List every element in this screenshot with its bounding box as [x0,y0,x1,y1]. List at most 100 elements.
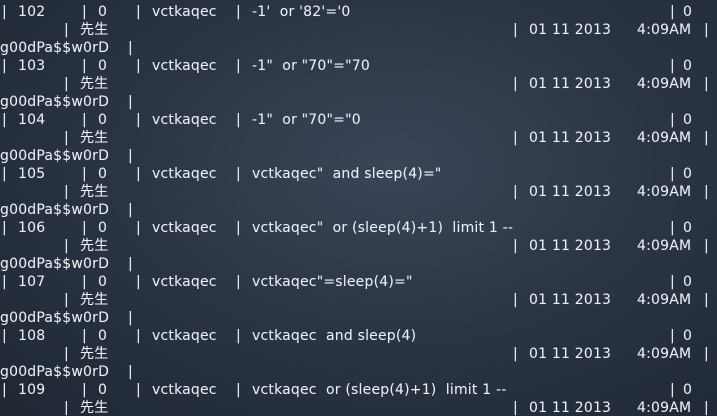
column-separator: | [704,130,709,146]
column-separator: | [704,346,709,362]
column-separator: | [64,238,69,254]
column-separator: | [136,166,141,182]
row-time: 4:09AM [637,22,692,38]
column-separator: | [2,328,7,344]
row-flag: 0 [98,220,108,236]
row-id: 109 [18,382,46,398]
row-flag: 0 [98,274,108,290]
column-separator: | [128,94,133,110]
row-user: 先生 [80,76,109,92]
column-separator: | [64,292,69,308]
column-separator: | [82,112,87,128]
row-time: 4:09AM [637,76,692,92]
row-user: 先生 [80,238,109,254]
row-payload: vctkaqec"=sleep(4)=" [252,274,413,290]
column-separator: | [128,40,133,56]
row-name: vctkaqec [152,166,217,182]
row-password: g00dPa$$w0rD [0,310,110,326]
column-separator: | [513,76,518,92]
row-flag: 0 [98,58,108,74]
row-user: 先生 [80,400,109,416]
column-separator: | [136,4,141,20]
column-separator: | [513,400,518,416]
row-date: 01 11 2013 [529,22,612,38]
row-user: 先生 [80,346,109,362]
row-name: vctkaqec [152,274,217,290]
column-separator: | [704,400,709,416]
terminal-output[interactable]: | 102 | 0 | vctkaqec | -1' or '82'='0 | 0 | 先生 | 01 1… [0,0,717,416]
row-password: g00dPa$$w0rD [0,94,110,110]
column-separator: | [82,58,87,74]
column-separator: | [64,22,69,38]
row-password: g00dPa$$w0rD [0,40,110,56]
row-date: 01 11 2013 [529,184,612,200]
column-separator: | [2,4,7,20]
column-separator: | [128,310,133,326]
column-separator: | [2,166,7,182]
column-separator: | [236,166,241,182]
column-separator: | [64,76,69,92]
column-separator: | [82,220,87,236]
column-separator: | [236,220,241,236]
column-separator: | [136,220,141,236]
row-password: g00dPa$$w0rD [0,202,110,218]
column-separator: | [128,256,133,272]
column-separator: | [82,274,87,290]
column-separator: | [128,148,133,164]
column-separator: | [704,76,709,92]
row-payload: vctkaqec or (sleep(4)+1) limit 1 -- [252,382,507,398]
column-separator: | [136,274,141,290]
row-date: 01 11 2013 [529,238,612,254]
row-time: 4:09AM [637,238,692,254]
row-user: 先生 [80,22,109,38]
column-separator: | [670,274,675,290]
column-separator: | [2,382,7,398]
row-id: 106 [18,220,46,236]
column-separator: | [82,328,87,344]
row-trailing-zero: 0 [683,4,693,20]
column-separator: | [670,112,675,128]
column-separator: | [704,184,709,200]
row-name: vctkaqec [152,112,217,128]
row-id: 104 [18,112,46,128]
row-id: 103 [18,58,46,74]
column-separator: | [670,220,675,236]
column-separator: | [128,202,133,218]
row-payload: -1" or "70"="0 [252,112,361,128]
row-id: 105 [18,166,46,182]
row-payload: -1" or "70"="70 [252,58,370,74]
row-time: 4:09AM [637,130,692,146]
column-separator: | [64,346,69,362]
row-date: 01 11 2013 [529,76,612,92]
column-separator: | [82,382,87,398]
row-trailing-zero: 0 [683,220,693,236]
row-name: vctkaqec [152,220,217,236]
row-password: g00dPa$$w0rD [0,364,110,380]
row-date: 01 11 2013 [529,400,612,416]
column-separator: | [236,382,241,398]
row-user: 先生 [80,292,109,308]
column-separator: | [670,58,675,74]
column-separator: | [128,364,133,380]
column-separator: | [704,238,709,254]
row-time: 4:09AM [637,400,692,416]
column-separator: | [64,400,69,416]
column-separator: | [136,382,141,398]
row-payload: vctkaqec" and sleep(4)=" [252,166,442,182]
column-separator: | [236,274,241,290]
column-separator: | [82,4,87,20]
row-id: 107 [18,274,46,290]
column-separator: | [236,58,241,74]
column-separator: | [670,166,675,182]
column-separator: | [513,22,518,38]
column-separator: | [513,184,518,200]
column-separator: | [2,274,7,290]
row-name: vctkaqec [152,4,217,20]
column-separator: | [513,238,518,254]
column-separator: | [82,166,87,182]
row-name: vctkaqec [152,58,217,74]
row-password: g00dPa$$w0rD [0,256,110,272]
row-id: 102 [18,4,46,20]
row-trailing-zero: 0 [683,382,693,398]
row-time: 4:09AM [637,184,692,200]
